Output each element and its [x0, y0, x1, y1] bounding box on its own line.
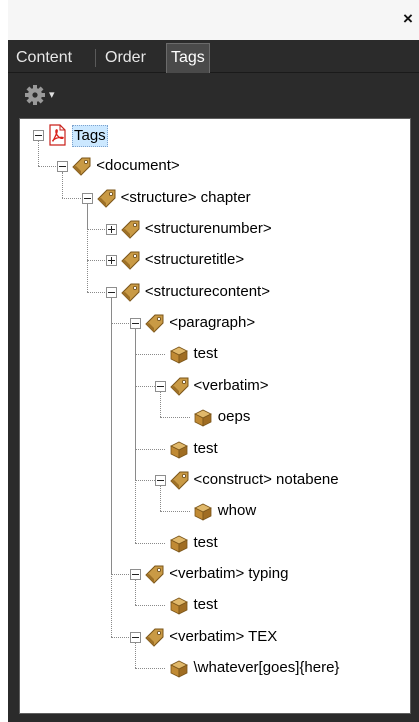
pdf-icon [46, 124, 68, 146]
expand-icon[interactable] [105, 224, 117, 236]
tree-node-label[interactable]: oeps [218, 407, 251, 427]
tag-icon [119, 281, 141, 303]
tree-connector [159, 417, 190, 419]
collapse-icon[interactable] [33, 130, 44, 141]
tab-separator [95, 49, 96, 67]
tag-icon [168, 469, 190, 491]
tree-connector [135, 448, 166, 450]
tree-connector [135, 579, 137, 606]
tree-node-label[interactable]: test [194, 439, 218, 459]
tree-node-label[interactable]: <verbatim> TEX [169, 627, 277, 647]
gear-icon: ▾ [25, 85, 55, 105]
tags-panel: × Content Order Tags ▾ Tags <document> <… [8, 0, 419, 722]
panel-bottom [8, 714, 419, 722]
tag-tree[interactable]: Tags <document> <structure> chapter <struct… [19, 118, 411, 714]
box-icon [168, 532, 190, 554]
tree-node-label[interactable]: <structuretitle> [145, 250, 244, 270]
collapse-icon[interactable] [130, 631, 142, 643]
tab-order[interactable]: Order [101, 44, 150, 72]
collapse-icon[interactable] [81, 192, 93, 204]
tree-connector [135, 354, 166, 356]
tree-node-label[interactable]: <document> [96, 156, 179, 176]
tree-connector [135, 605, 166, 607]
box-icon [192, 500, 214, 522]
collapse-icon[interactable] [154, 380, 166, 392]
tag-icon [143, 312, 165, 334]
chevron-down-icon: ▾ [49, 88, 55, 101]
tree-connector [135, 667, 166, 669]
tree-connector [159, 511, 190, 513]
expand-icon[interactable] [105, 255, 117, 267]
collapse-icon[interactable] [130, 568, 142, 580]
box-icon [192, 406, 214, 428]
tab-content[interactable]: Content [12, 44, 76, 72]
tree-node-label[interactable]: test [194, 595, 218, 615]
tab-tags[interactable]: Tags [166, 43, 210, 74]
tree-node-label[interactable]: <paragraph> [169, 313, 255, 333]
tree-node-label[interactable]: <construct> notabene [194, 470, 339, 490]
tree-connector [62, 172, 64, 198]
collapse-icon[interactable] [105, 286, 117, 298]
tree-node-label[interactable]: Tags [72, 125, 108, 147]
tag-icon [119, 218, 141, 240]
box-icon [168, 657, 190, 679]
collapse-icon[interactable] [154, 474, 166, 486]
tag-icon [143, 563, 165, 585]
tree-node-label[interactable]: <structurecontent> [145, 282, 270, 302]
panel-title-bar: × [8, 0, 419, 40]
tree-connector [159, 391, 161, 418]
tree-connector [110, 297, 112, 637]
close-icon[interactable]: × [401, 10, 415, 28]
tree-connector [159, 485, 161, 512]
tree-node-label[interactable]: <structure> chapter [121, 188, 251, 208]
tree-node-label[interactable]: test [194, 344, 218, 364]
tag-icon [168, 375, 190, 397]
tree-node-label[interactable]: <structurenumber> [145, 219, 272, 239]
tree-node-label[interactable]: \whatever[goes]{here} [194, 658, 340, 678]
tree-connector [38, 141, 39, 167]
tag-icon [70, 155, 92, 177]
options-menu-button[interactable]: ▾ [24, 83, 64, 107]
tag-icon [143, 626, 165, 648]
tree-node-label[interactable]: test [194, 533, 218, 553]
tree-node-label[interactable]: <verbatim> typing [169, 564, 288, 584]
tag-icon [95, 187, 117, 209]
tab-bar: Content Order Tags [8, 40, 419, 74]
options-bar: ▾ [8, 73, 419, 117]
tree-connector [135, 329, 137, 543]
tree-node-label[interactable]: <verbatim> [194, 376, 269, 396]
box-icon [168, 594, 190, 616]
tag-icon [119, 249, 141, 271]
collapse-icon[interactable] [57, 161, 69, 173]
tree-connector [135, 642, 137, 668]
tree-connector [135, 542, 166, 544]
collapse-icon[interactable] [130, 318, 142, 330]
tree-node-label[interactable]: whow [218, 501, 256, 521]
tree-connector [86, 203, 88, 292]
box-icon [168, 438, 190, 460]
box-icon [168, 343, 190, 365]
